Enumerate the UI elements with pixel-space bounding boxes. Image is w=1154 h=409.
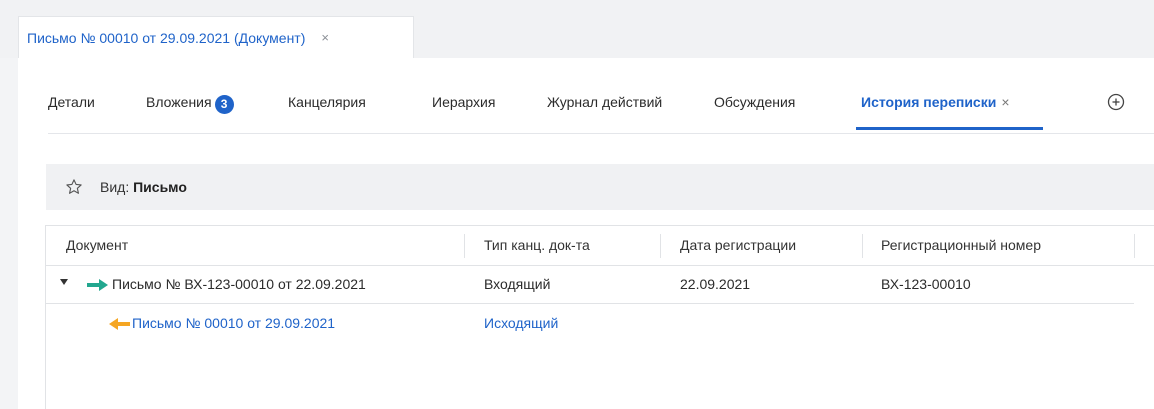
outgoing-arrow-icon: [109, 318, 130, 330]
document-tab-close-icon[interactable]: ×: [321, 30, 329, 45]
document-type-link[interactable]: Исходящий: [484, 315, 558, 331]
document-tab-bar: Письмо № 00010 от 29.09.2021 (Документ) …: [0, 0, 1154, 58]
column-separator[interactable]: [862, 234, 863, 258]
tab-correspondence-history-label: История переписки: [861, 94, 997, 110]
column-header-reg-number[interactable]: Регистрационный номер: [881, 237, 1041, 253]
column-separator[interactable]: [1134, 234, 1135, 258]
view-value: Письмо: [133, 179, 187, 195]
document-content: Детали Вложения 3 Канцелярия Иерархия Жур…: [18, 58, 1154, 409]
table-row[interactable]: Письмо № 00010 от 29.09.2021 Исходящий: [46, 305, 1134, 343]
view-bar: Вид: Письмо: [46, 164, 1154, 210]
document-name-link[interactable]: Письмо № 00010 от 29.09.2021: [132, 315, 335, 331]
document-type: Входящий: [484, 276, 551, 292]
star-icon[interactable]: [65, 178, 83, 196]
tab-discussions[interactable]: Обсуждения: [714, 94, 795, 110]
tab-correspondence-history[interactable]: История переписки ×: [861, 94, 1010, 110]
tab-office[interactable]: Канцелярия: [288, 94, 366, 110]
tab-details[interactable]: Детали: [48, 94, 95, 110]
document-name: Письмо № ВХ-123-00010 от 22.09.2021: [112, 276, 366, 292]
tab-attachments[interactable]: Вложения 3: [146, 94, 234, 114]
column-separator[interactable]: [660, 234, 661, 258]
incoming-arrow-icon: [87, 279, 108, 291]
column-header-type[interactable]: Тип канц. док-та: [484, 237, 590, 253]
grid-header: Документ Тип канц. док-та Дата регистрац…: [46, 226, 1154, 266]
active-tab-indicator: [856, 127, 1043, 130]
correspondence-grid: Документ Тип канц. док-та Дата регистрац…: [45, 225, 1154, 409]
table-row[interactable]: Письмо № ВХ-123-00010 от 22.09.2021 Вход…: [46, 266, 1134, 304]
view-selector[interactable]: Вид: Письмо: [100, 179, 187, 195]
tab-attachments-label: Вложения: [146, 94, 212, 110]
section-tabs: Детали Вложения 3 Канцелярия Иерархия Жур…: [48, 58, 1154, 134]
expand-caret-icon[interactable]: [60, 279, 68, 285]
view-label: Вид:: [100, 179, 130, 195]
document-tab[interactable]: Письмо № 00010 от 29.09.2021 (Документ) …: [18, 16, 414, 58]
tab-action-log[interactable]: Журнал действий: [547, 94, 662, 110]
tab-close-icon[interactable]: ×: [1001, 94, 1009, 110]
attachments-count-badge: 3: [214, 95, 234, 114]
document-tab-title[interactable]: Письмо № 00010 от 29.09.2021 (Документ): [27, 30, 305, 46]
column-header-reg-date[interactable]: Дата регистрации: [680, 237, 796, 253]
registration-date: 22.09.2021: [680, 276, 751, 292]
column-header-document[interactable]: Документ: [66, 237, 128, 253]
tab-hierarchy[interactable]: Иерархия: [432, 94, 495, 110]
registration-number: ВХ-123-00010: [881, 276, 971, 292]
add-tab-icon[interactable]: [1106, 92, 1126, 112]
column-separator[interactable]: [464, 234, 465, 258]
